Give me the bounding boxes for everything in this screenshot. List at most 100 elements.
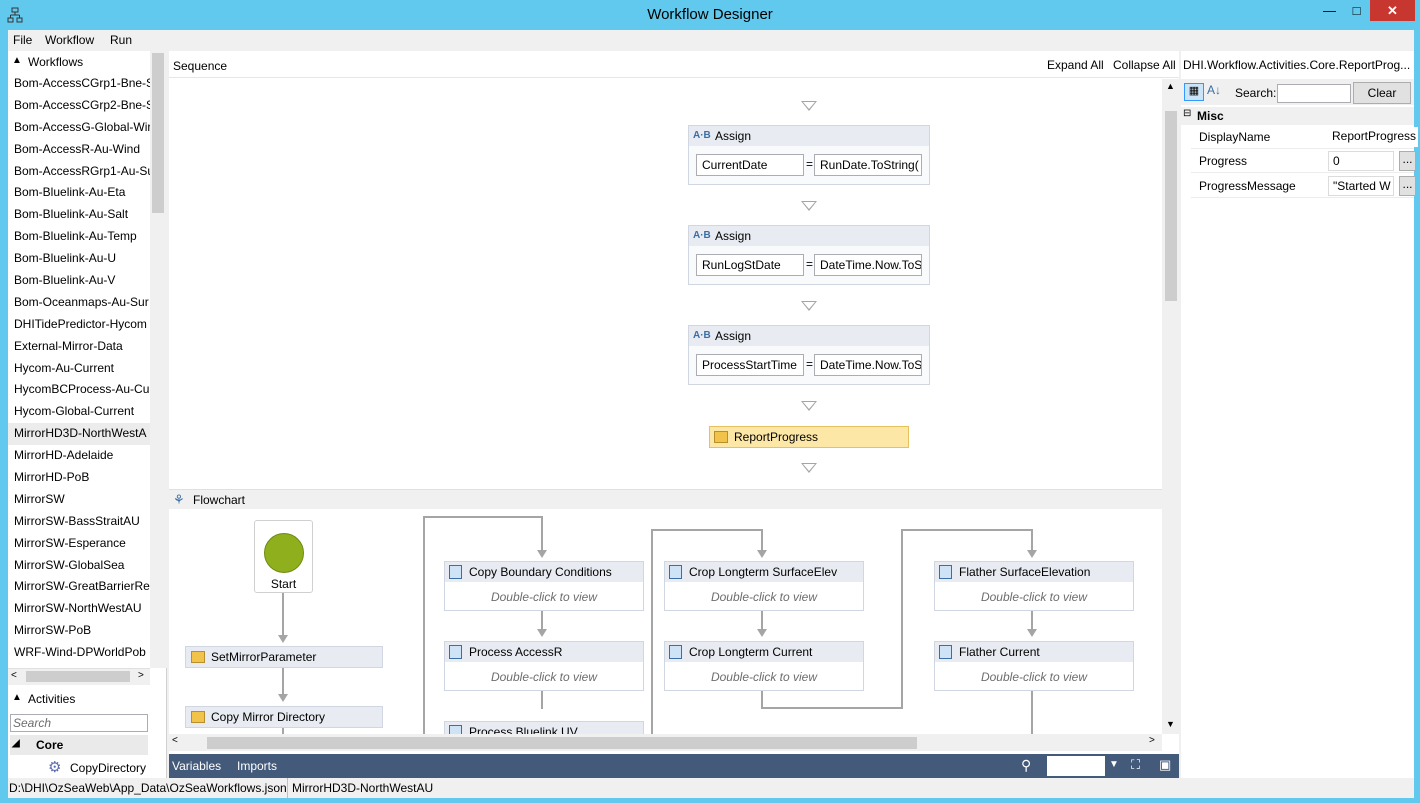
- flowchart-activity[interactable]: Process AccessR Double-click to view: [444, 641, 644, 691]
- workflow-list-item[interactable]: External-Mirror-Data: [8, 336, 150, 358]
- expand-all-link[interactable]: Expand All: [1047, 58, 1104, 72]
- workflow-list-item[interactable]: MirrorSW-BassStraitAU: [8, 511, 150, 533]
- activity-item-copydirectory[interactable]: ⚙ CopyDirectory: [44, 757, 164, 777]
- variables-tab[interactable]: Variables: [172, 759, 221, 773]
- workflow-list-item[interactable]: MirrorSW-GreatBarrierRe: [8, 576, 150, 598]
- workflow-list-item[interactable]: Bom-Bluelink-Au-Salt: [8, 204, 150, 226]
- fit-to-screen-icon[interactable]: ⛶: [1131, 757, 1140, 773]
- properties-search-input[interactable]: [1277, 84, 1351, 103]
- activities-search-input[interactable]: Search: [10, 714, 148, 732]
- drop-arrow-icon[interactable]: [801, 463, 817, 473]
- workflow-list-item[interactable]: MirrorSW-Esperance: [8, 533, 150, 555]
- workflows-header[interactable]: ▲ Workflows: [8, 52, 167, 72]
- flowchart-activity[interactable]: Crop Longterm SurfaceElev Double-click t…: [664, 561, 864, 611]
- scroll-right-icon[interactable]: >: [1149, 735, 1155, 746]
- workflow-list-item[interactable]: MirrorHD-Adelaide: [8, 445, 150, 467]
- workflow-list-item[interactable]: DHITidePredictor-Hycom: [8, 314, 150, 336]
- drop-arrow-icon[interactable]: [801, 401, 817, 411]
- menu-run[interactable]: Run: [110, 33, 132, 47]
- flowchart-activity[interactable]: Flather Current Double-click to view: [934, 641, 1134, 691]
- properties-category-misc[interactable]: ⊟ Misc: [1181, 107, 1414, 125]
- workflow-list-vscroll-thumb[interactable]: [152, 53, 164, 213]
- property-row-progress[interactable]: Progress 0 ...: [1191, 149, 1416, 173]
- workflow-list-item[interactable]: HycomBCProcess-Au-Cur: [8, 379, 150, 401]
- assign-to-field[interactable]: CurrentDate: [696, 154, 804, 176]
- scroll-left-icon[interactable]: <: [11, 670, 17, 681]
- workflow-list-item[interactable]: MirrorSW: [8, 489, 150, 511]
- workflow-list-item[interactable]: Bom-AccessCGrp2-Bne-S: [8, 95, 150, 117]
- maximize-button[interactable]: □: [1343, 0, 1370, 21]
- workflow-list-item[interactable]: Bom-Oceanmaps-Au-Sur: [8, 292, 150, 314]
- menu-file[interactable]: File: [13, 33, 32, 47]
- assign-value-field[interactable]: DateTime.Now.ToS: [814, 254, 922, 276]
- scroll-up-icon[interactable]: ▲: [1166, 81, 1175, 91]
- workflow-list-item[interactable]: Bom-AccessG-Global-Wir: [8, 117, 150, 139]
- canvas-vscroll-thumb[interactable]: [1165, 111, 1177, 301]
- collapse-box-icon[interactable]: ⊟: [1183, 108, 1191, 119]
- report-progress-activity[interactable]: ReportProgress: [709, 426, 909, 448]
- workflow-list-item[interactable]: MirrorSW-NorthWestAU: [8, 598, 150, 620]
- assign-activity[interactable]: A·B Assign RunLogStDate = DateTime.Now.T…: [688, 225, 930, 285]
- workflow-list-item[interactable]: Bom-Bluelink-Au-V: [8, 270, 150, 292]
- workflow-list-hscroll-thumb[interactable]: [26, 671, 130, 682]
- assign-value-field[interactable]: RunDate.ToString(: [814, 154, 922, 176]
- set-mirror-parameter-activity[interactable]: SetMirrorParameter: [185, 646, 383, 668]
- property-row-displayname[interactable]: DisplayName ReportProgress: [1191, 125, 1418, 149]
- copy-mirror-directory-activity[interactable]: Copy Mirror Directory: [185, 706, 383, 728]
- dropdown-arrow-icon[interactable]: ▼: [1109, 759, 1119, 770]
- scroll-down-icon[interactable]: ▼: [1166, 719, 1175, 729]
- drop-arrow-icon[interactable]: [801, 101, 817, 111]
- workflow-list-item[interactable]: MirrorSW-PoB: [8, 620, 150, 642]
- assign-to-field[interactable]: RunLogStDate: [696, 254, 804, 276]
- imports-tab[interactable]: Imports: [237, 759, 277, 773]
- property-row-progressmessage[interactable]: ProgressMessage "Started W ...: [1191, 174, 1416, 198]
- clear-button[interactable]: Clear: [1353, 82, 1411, 104]
- workflow-list-item[interactable]: Bom-AccessCGrp1-Bne-S: [8, 73, 150, 95]
- workflow-list-item[interactable]: Bom-Bluelink-Au-Temp: [8, 226, 150, 248]
- workflow-list-item[interactable]: MirrorHD3D-NorthWestA: [8, 423, 150, 446]
- scroll-left-icon[interactable]: <: [172, 735, 178, 746]
- breadcrumb[interactable]: Sequence: [173, 59, 227, 73]
- expand-triangle-icon[interactable]: ◢: [12, 738, 20, 749]
- sort-alpha-icon[interactable]: A↓: [1207, 83, 1221, 97]
- flowchart-activity[interactable]: Copy Boundary Conditions Double-click to…: [444, 561, 644, 611]
- activity-category-core[interactable]: ◢ Core: [10, 735, 148, 755]
- property-value[interactable]: ReportProgress: [1328, 127, 1418, 147]
- canvas-hscroll-thumb[interactable]: [207, 737, 917, 749]
- flowchart-activity[interactable]: Crop Longterm Current Double-click to vi…: [664, 641, 864, 691]
- menu-workflow[interactable]: Workflow: [45, 33, 94, 47]
- workflow-list-item[interactable]: Hycom-Global-Current: [8, 401, 150, 423]
- start-node[interactable]: Start: [254, 520, 313, 593]
- workflow-list-item[interactable]: Bom-Bluelink-Au-Eta: [8, 182, 150, 204]
- workflow-list-item[interactable]: Bom-AccessR-Au-Wind: [8, 139, 150, 161]
- zoom-box[interactable]: [1047, 756, 1105, 776]
- collapse-caret-icon[interactable]: ▲: [12, 55, 22, 66]
- collapse-all-link[interactable]: Collapse All: [1113, 58, 1176, 72]
- scroll-right-icon[interactable]: >: [138, 670, 144, 681]
- workflow-canvas[interactable]: A·B Assign CurrentDate = RunDate.ToStrin…: [169, 79, 1162, 734]
- workflow-list-item[interactable]: MirrorHD-PoB: [8, 467, 150, 489]
- property-value[interactable]: 0: [1328, 151, 1394, 171]
- overview-map-icon[interactable]: ▣: [1159, 757, 1171, 773]
- search-icon[interactable]: ⚲: [1021, 757, 1031, 774]
- minimize-button[interactable]: —: [1316, 0, 1343, 21]
- categorized-view-icon[interactable]: ▦: [1184, 83, 1204, 101]
- flowchart-activity[interactable]: Process Bluelink UV: [444, 721, 644, 734]
- ellipsis-button[interactable]: ...: [1399, 151, 1416, 171]
- activities-header[interactable]: ▲ Activities: [8, 689, 167, 709]
- workflow-list-item[interactable]: Bom-AccessRGrp1-Au-Su: [8, 161, 150, 183]
- drop-arrow-icon[interactable]: [801, 301, 817, 311]
- close-button[interactable]: ✕: [1370, 0, 1415, 21]
- property-value[interactable]: "Started W: [1328, 176, 1394, 196]
- ellipsis-button[interactable]: ...: [1399, 176, 1416, 196]
- assign-activity[interactable]: A·B Assign CurrentDate = RunDate.ToStrin…: [688, 125, 930, 185]
- collapse-caret-icon[interactable]: ▲: [12, 692, 22, 703]
- workflow-list-item[interactable]: WRF-Wind-DPWorldPob: [8, 642, 150, 664]
- flowchart-header[interactable]: ⚘ Flowchart: [169, 489, 1162, 509]
- flowchart-activity[interactable]: Flather SurfaceElevation Double-click to…: [934, 561, 1134, 611]
- assign-to-field[interactable]: ProcessStartTime: [696, 354, 804, 376]
- drop-arrow-icon[interactable]: [801, 201, 817, 211]
- workflow-list-item[interactable]: MirrorSW-GlobalSea: [8, 555, 150, 577]
- workflow-list-item[interactable]: Bom-Bluelink-Au-U: [8, 248, 150, 270]
- assign-activity[interactable]: A·B Assign ProcessStartTime = DateTime.N…: [688, 325, 930, 385]
